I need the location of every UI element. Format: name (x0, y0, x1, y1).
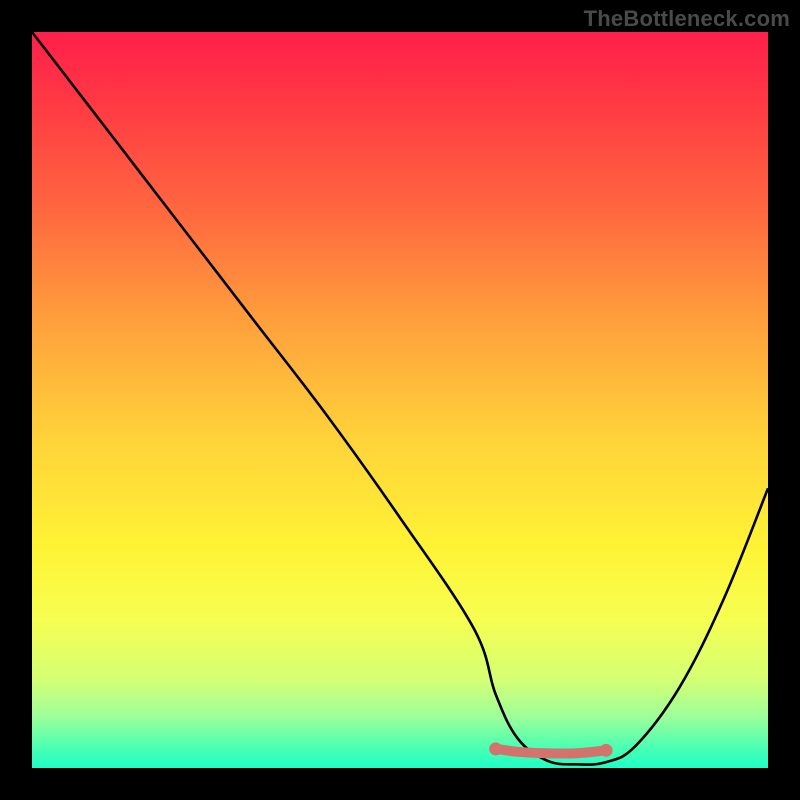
watermark-text: TheBottleneck.com (584, 6, 790, 32)
stable-region-highlight (496, 749, 606, 754)
chart-frame: TheBottleneck.com (0, 0, 800, 800)
curve-layer (32, 32, 768, 768)
bottleneck-curve (32, 32, 768, 765)
stable-region-endpoint (600, 744, 613, 757)
plot-area (32, 32, 768, 768)
stable-region-endpoint (489, 742, 502, 755)
